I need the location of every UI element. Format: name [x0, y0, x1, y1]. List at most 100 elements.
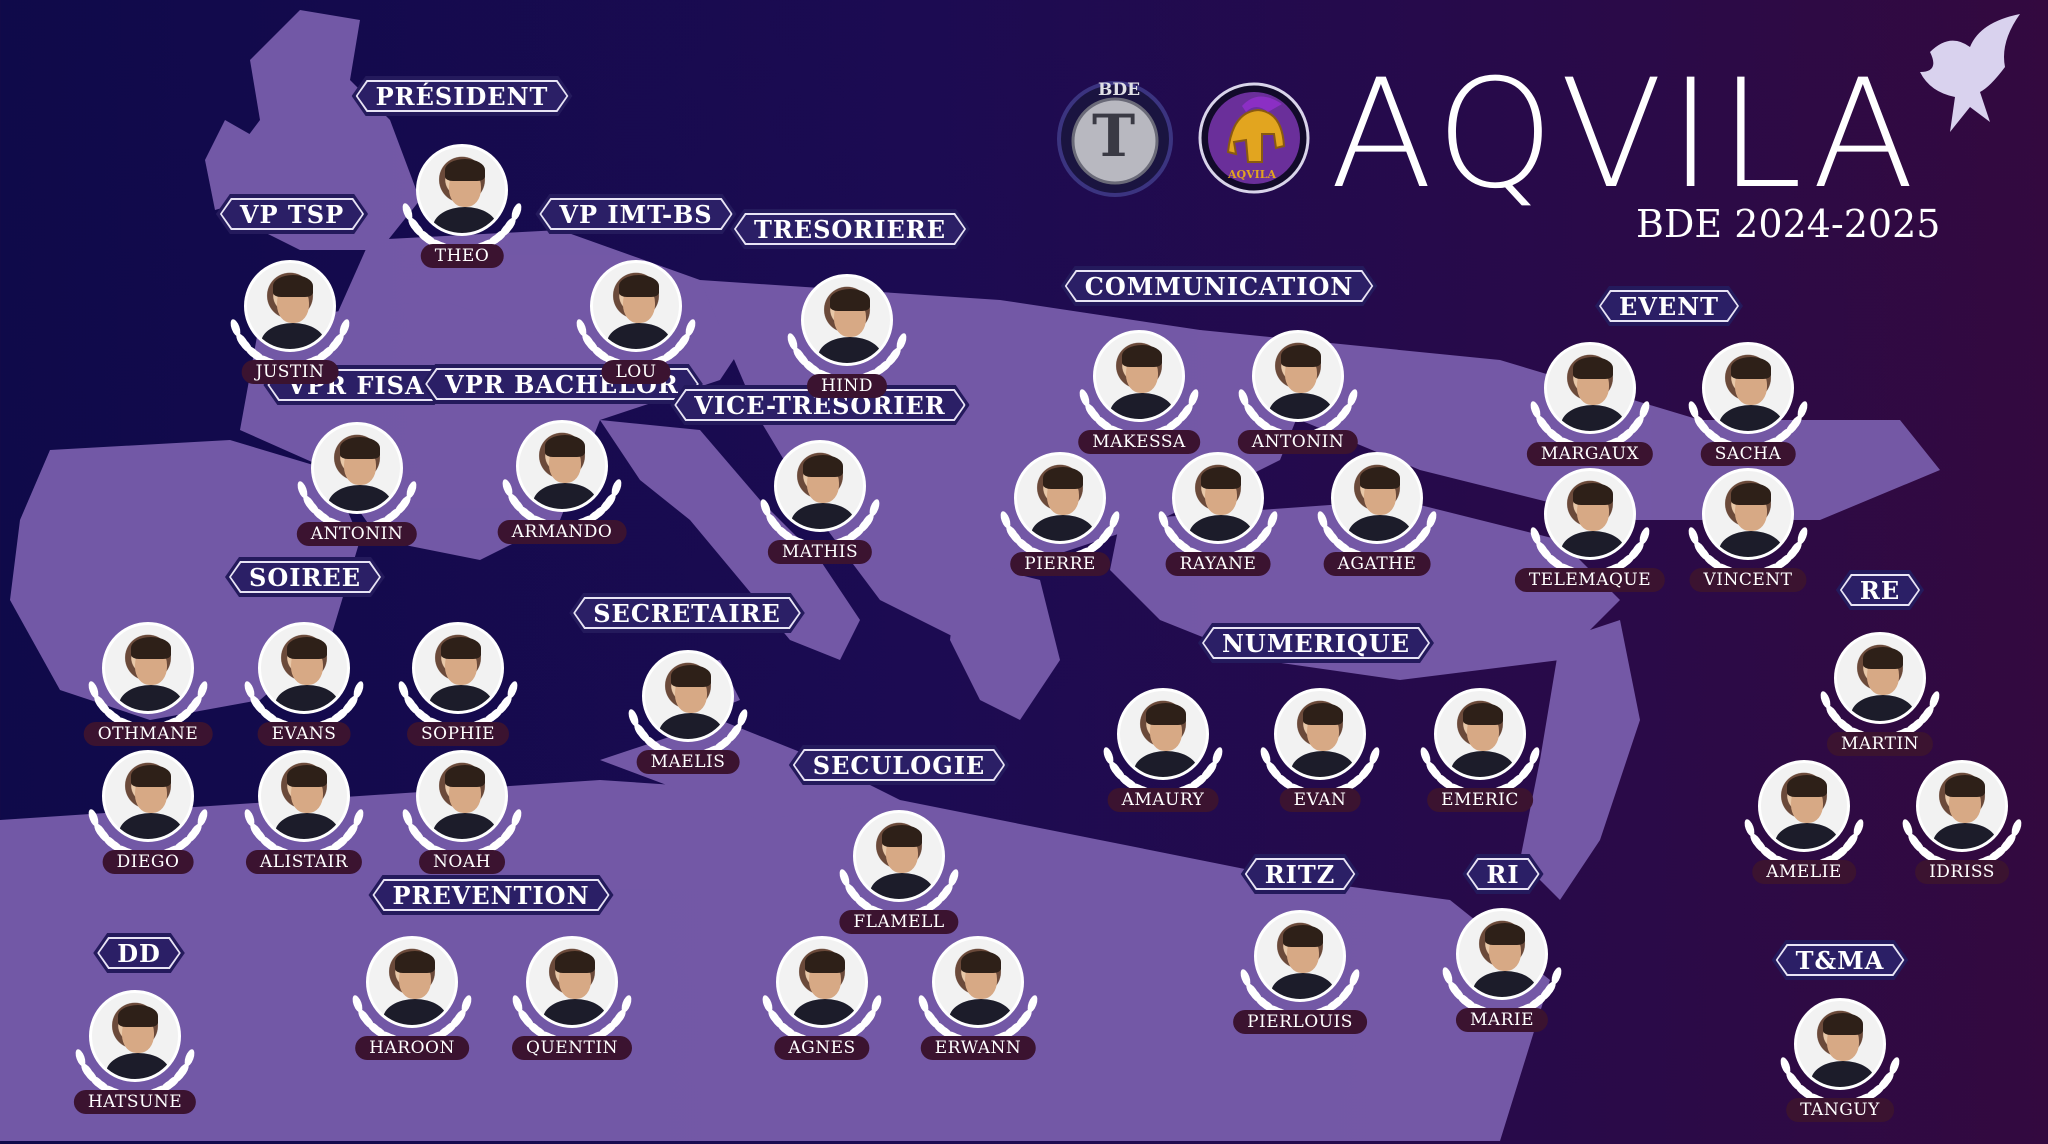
member-card: RAYANE [1148, 438, 1288, 598]
member-name: AGNES [774, 1036, 870, 1060]
role-label-re: RE [1836, 570, 1924, 610]
member-name: EMERIC [1427, 788, 1533, 812]
member-card: JUSTIN [220, 246, 360, 406]
member-photo [1702, 342, 1794, 434]
member-photo [1702, 468, 1794, 560]
member-photo [1794, 998, 1886, 1090]
role-label-text: RI [1486, 859, 1520, 889]
member-photo [642, 650, 734, 742]
member-name: PIERRE [1010, 552, 1110, 576]
member-card: THEO [392, 130, 532, 290]
role-label-text: T&MA [1795, 945, 1885, 975]
member-photo [1014, 452, 1106, 544]
role-label-president: PRÉSIDENT [352, 76, 573, 116]
member-card: AGATHE [1307, 438, 1447, 598]
member-name: PIERLOUIS [1233, 1010, 1367, 1034]
member-name: HATSUNE [73, 1090, 197, 1114]
member-card: AMAURY [1093, 674, 1233, 834]
member-card: ALISTAIR [234, 736, 374, 896]
member-card: IDRISS [1892, 746, 2032, 906]
member-photo [244, 260, 336, 352]
member-photo [1274, 688, 1366, 780]
member-card: TANGUY [1770, 984, 1910, 1144]
member-photo [590, 260, 682, 352]
role-label-text: VP IMT-BS [559, 199, 713, 229]
member-card: TELEMAQUE [1514, 454, 1666, 614]
member-photo [1434, 688, 1526, 780]
member-photo [853, 810, 945, 902]
member-card: AGNES [752, 922, 892, 1082]
member-photo [102, 750, 194, 842]
member-name: TANGUY [1786, 1098, 1894, 1122]
member-photo [412, 622, 504, 714]
member-card: MAELIS [618, 636, 758, 796]
member-name: DIEGO [102, 850, 194, 874]
member-card: HIND [777, 260, 917, 420]
member-name: RAYANE [1165, 552, 1271, 576]
member-photo [1544, 342, 1636, 434]
member-name: THEO [420, 244, 504, 268]
member-card: ARMANDO [492, 406, 632, 566]
member-photo [89, 990, 181, 1082]
member-card: ANTONIN [287, 408, 427, 568]
member-photo [801, 274, 893, 366]
role-label-dd: DD [93, 933, 185, 973]
member-name: HIND [806, 374, 888, 398]
member-name: TELEMAQUE [1514, 568, 1666, 592]
role-label-vp-tsp: VP TSP [216, 194, 368, 234]
member-name: ANTONIN [296, 522, 418, 546]
member-photo [366, 936, 458, 1028]
role-label-ri: RI [1462, 854, 1543, 894]
member-card: EMERIC [1410, 674, 1550, 834]
member-name: NOAH [419, 850, 505, 874]
member-name: EVAN [1279, 788, 1361, 812]
member-photo [932, 936, 1024, 1028]
role-label-text: SECRETAIRE [593, 598, 781, 628]
member-photo [516, 420, 608, 512]
page-subtitle: BDE 2024-2025 [1636, 202, 1941, 246]
member-card: NOAH [392, 736, 532, 896]
member-name: IDRISS [1915, 860, 2009, 884]
member-name: ARMANDO [497, 520, 627, 544]
member-photo [311, 422, 403, 514]
member-name: ERWANN [920, 1036, 1036, 1060]
member-card: LOU [566, 246, 706, 406]
bde-logo-letter: T [1092, 102, 1136, 170]
member-photo [1331, 452, 1423, 544]
role-label-text: COMMUNICATION [1084, 271, 1354, 301]
member-name: AGATHE [1323, 552, 1431, 576]
role-label-text: PRÉSIDENT [375, 81, 549, 111]
role-label-event: EVENT [1595, 286, 1743, 326]
aqvila-helmet-logo: AQVILA [1198, 82, 1310, 194]
member-photo [526, 936, 618, 1028]
member-photo [1916, 760, 2008, 852]
member-name: ALISTAIR [245, 850, 363, 874]
role-label-ritz: RITZ [1241, 854, 1360, 894]
role-label-text: DD [117, 938, 161, 968]
member-name: MATHIS [767, 540, 873, 564]
role-label-numerique: NUMERIQUE [1198, 623, 1434, 663]
member-name: VINCENT [1689, 568, 1807, 592]
member-photo [1172, 452, 1264, 544]
member-photo [416, 144, 508, 236]
member-photo [1093, 330, 1185, 422]
member-name: LOU [601, 360, 671, 384]
member-photo [1758, 760, 1850, 852]
role-label-tma: T&MA [1772, 940, 1909, 980]
member-card: ERWANN [908, 922, 1048, 1082]
member-photo [1252, 330, 1344, 422]
aqvila-logo-label: AQVILA [1228, 168, 1277, 181]
role-label-communication: COMMUNICATION [1061, 266, 1378, 306]
role-label-text: VP TSP [239, 199, 345, 229]
member-card: HAROON [342, 922, 482, 1082]
member-photo [258, 750, 350, 842]
member-photo [776, 936, 868, 1028]
role-label-text: RE [1859, 575, 1901, 605]
member-card: AMELIE [1734, 746, 1874, 906]
role-label-text: NUMERIQUE [1221, 628, 1411, 658]
member-card: PIERLOUIS [1230, 896, 1370, 1056]
member-photo [774, 440, 866, 532]
role-label-text: EVENT [1618, 291, 1720, 321]
member-name: AMAURY [1107, 788, 1219, 812]
member-card: HATSUNE [65, 976, 205, 1136]
